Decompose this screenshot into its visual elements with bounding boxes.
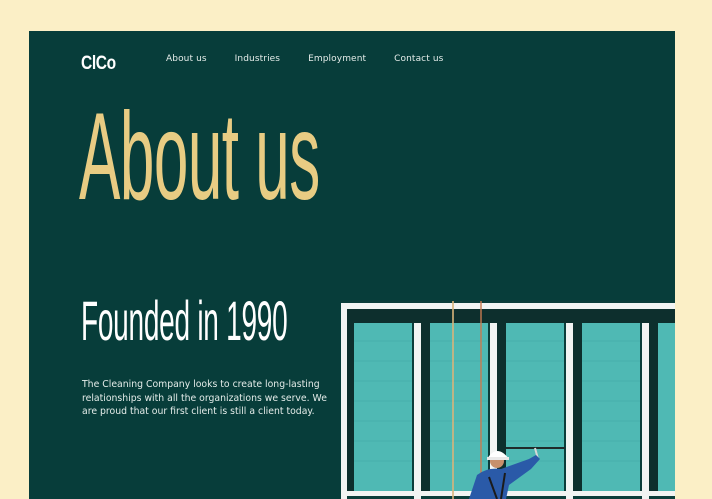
nav-contact-us[interactable]: Contact us	[394, 54, 443, 64]
nav-about-us[interactable]: About us	[166, 54, 207, 64]
nav-employment[interactable]: Employment	[308, 54, 366, 64]
main-nav: About us Industries Employment Contact u…	[166, 54, 471, 64]
brand-logo[interactable]: ClCo	[81, 53, 116, 75]
section-description: The Cleaning Company looks to create lon…	[82, 379, 327, 417]
page-panel: ClCo About us Industries Employment Cont…	[29, 31, 675, 499]
nav-industries[interactable]: Industries	[235, 54, 280, 64]
section-heading: Founded in 1990	[81, 289, 288, 352]
hero-title: About us	[79, 88, 320, 226]
window-cleaner-photo	[341, 301, 675, 499]
